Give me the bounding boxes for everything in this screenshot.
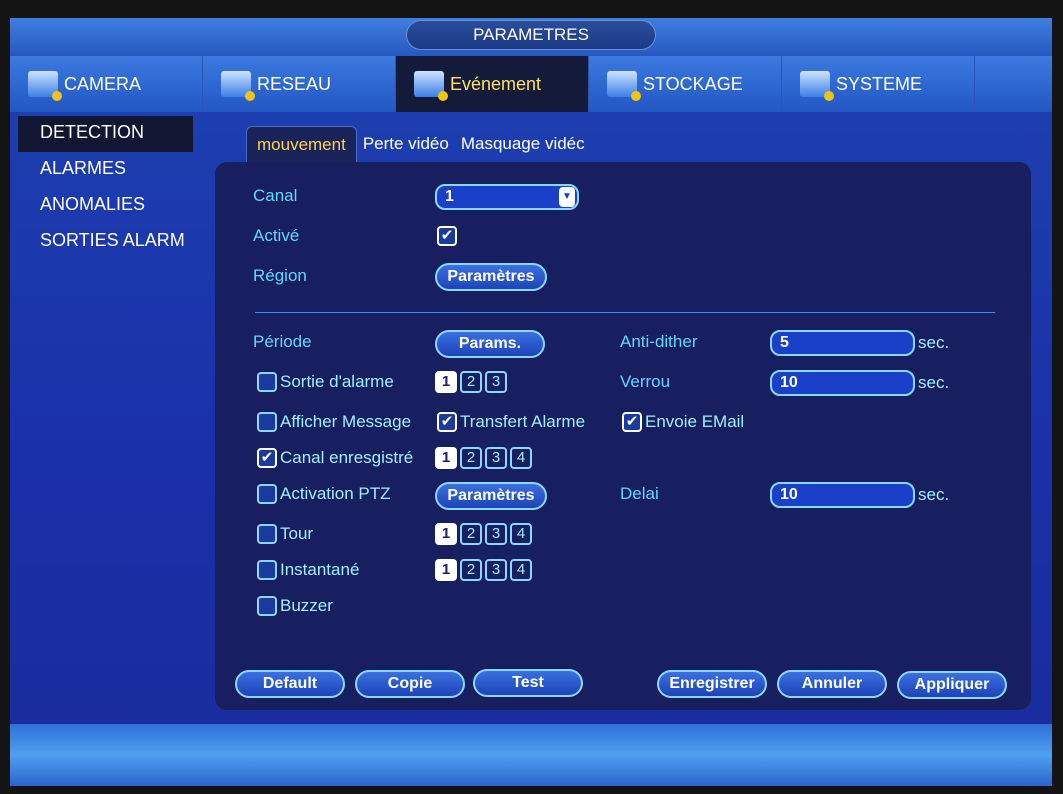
chevron-down-icon: ▼ bbox=[559, 187, 575, 207]
tab-evenement[interactable]: Evénement bbox=[396, 56, 589, 112]
channel-button[interactable]: 3 bbox=[485, 371, 507, 393]
tab-camera[interactable]: CAMERA bbox=[10, 56, 203, 112]
channel-button[interactable]: 4 bbox=[510, 447, 532, 469]
sortie-alarme-label: Sortie d'alarme bbox=[280, 372, 394, 391]
window-title: PARAMETRES bbox=[406, 20, 656, 50]
sidebar-item-sorties-alarm[interactable]: SORTIES ALARM bbox=[18, 224, 193, 260]
antidither-label: Anti-dither bbox=[620, 332, 698, 351]
delai-input[interactable]: 10 bbox=[770, 482, 915, 508]
channel-button[interactable]: 1 bbox=[435, 559, 457, 581]
canal-enr-channels: 1234 bbox=[435, 447, 532, 469]
canal-enregistre-label: Canal enresgistré bbox=[280, 448, 414, 467]
tab-stockage[interactable]: STOCKAGE bbox=[589, 56, 782, 112]
antidither-input[interactable]: 5 bbox=[770, 330, 915, 356]
sortie-channels: 123 bbox=[435, 371, 507, 393]
afficher-message-checkbox[interactable] bbox=[257, 412, 277, 432]
sidebar-item-alarmes[interactable]: ALARMES bbox=[18, 152, 193, 188]
afficher-message-label: Afficher Message bbox=[280, 412, 412, 431]
buzzer-checkbox[interactable] bbox=[257, 596, 277, 616]
tour-channels: 1234 bbox=[435, 523, 532, 545]
test-button[interactable]: Test bbox=[473, 669, 583, 697]
sidebar-item-anomalies[interactable]: ANOMALIES bbox=[18, 188, 193, 224]
channel-button[interactable]: 2 bbox=[460, 523, 482, 545]
annuler-button[interactable]: Annuler bbox=[777, 670, 887, 698]
settings-window: PARAMETRES CAMERA RESEAU Evénement STOCK… bbox=[10, 18, 1052, 786]
sortie-alarme-checkbox[interactable] bbox=[257, 372, 277, 392]
tab-label: SYSTEME bbox=[836, 73, 923, 94]
ptz-params-button[interactable]: Paramètres bbox=[435, 482, 547, 510]
subtab-mouvement[interactable]: mouvement bbox=[246, 126, 357, 162]
tab-label: STOCKAGE bbox=[643, 73, 743, 94]
divider bbox=[255, 312, 995, 313]
channel-button[interactable]: 1 bbox=[435, 371, 457, 393]
canal-value: 1 bbox=[445, 188, 454, 205]
envoie-email-label: Envoie EMail bbox=[645, 412, 745, 431]
canal-label: Canal bbox=[253, 186, 298, 205]
channel-button[interactable]: 4 bbox=[510, 559, 532, 581]
detection-panel: Canal 1 ▼ Activé ✔ Région Paramètres Péri… bbox=[215, 162, 1031, 710]
verrou-unit: sec. bbox=[918, 373, 950, 392]
buzzer-label: Buzzer bbox=[280, 596, 333, 615]
sidebar: DETECTION ALARMES ANOMALIES SORTIES ALAR… bbox=[18, 116, 193, 260]
canal-select[interactable]: 1 ▼ bbox=[435, 184, 579, 210]
instantane-label: Instantané bbox=[280, 560, 360, 579]
ptz-label: Activation PTZ bbox=[280, 484, 391, 503]
event-icon bbox=[414, 71, 448, 101]
periode-label: Période bbox=[253, 332, 312, 351]
subtab-perte-video[interactable]: Perte vidéo bbox=[357, 126, 455, 162]
channel-button[interactable]: 3 bbox=[485, 523, 507, 545]
active-label: Activé bbox=[253, 226, 300, 245]
ptz-checkbox[interactable] bbox=[257, 484, 277, 504]
transfert-alarme-checkbox[interactable]: ✔ bbox=[437, 412, 457, 432]
channel-button[interactable]: 3 bbox=[485, 559, 507, 581]
storage-icon bbox=[607, 71, 641, 101]
subtab-masquage-video[interactable]: Masquage vidéc bbox=[455, 126, 591, 162]
bottom-bar bbox=[10, 724, 1052, 786]
sidebar-item-detection[interactable]: DETECTION bbox=[18, 116, 193, 152]
system-icon bbox=[800, 71, 834, 101]
canal-enregistre-checkbox[interactable]: ✔ bbox=[257, 448, 277, 468]
default-button[interactable]: Default bbox=[235, 670, 345, 698]
verrou-input[interactable]: 10 bbox=[770, 370, 915, 396]
network-icon bbox=[221, 71, 255, 101]
tour-checkbox[interactable] bbox=[257, 524, 277, 544]
instantane-channels: 1234 bbox=[435, 559, 532, 581]
verrou-label: Verrou bbox=[620, 372, 671, 391]
periode-params-button[interactable]: Params. bbox=[435, 330, 545, 358]
channel-button[interactable]: 1 bbox=[435, 523, 457, 545]
tab-label: CAMERA bbox=[64, 73, 142, 94]
channel-button[interactable]: 2 bbox=[460, 371, 482, 393]
sub-tabs: mouvement Perte vidéo Masquage vidéc bbox=[246, 126, 591, 162]
channel-button[interactable]: 2 bbox=[460, 447, 482, 469]
channel-button[interactable]: 2 bbox=[460, 559, 482, 581]
tour-label: Tour bbox=[280, 524, 314, 543]
antidither-unit: sec. bbox=[918, 333, 950, 352]
appliquer-button[interactable]: Appliquer bbox=[897, 671, 1007, 699]
active-checkbox[interactable]: ✔ bbox=[437, 226, 457, 246]
region-label: Région bbox=[253, 266, 307, 285]
transfert-alarme-label: Transfert Alarme bbox=[460, 412, 586, 431]
enregistrer-button[interactable]: Enregistrer bbox=[657, 670, 767, 698]
channel-button[interactable]: 3 bbox=[485, 447, 507, 469]
tab-reseau[interactable]: RESEAU bbox=[203, 56, 396, 112]
tab-label: RESEAU bbox=[257, 73, 332, 94]
region-params-button[interactable]: Paramètres bbox=[435, 263, 547, 291]
camera-icon bbox=[28, 71, 62, 101]
main-tabs: CAMERA RESEAU Evénement STOCKAGE SYSTEME bbox=[10, 56, 1052, 112]
delai-unit: sec. bbox=[918, 485, 950, 504]
delai-label: Delai bbox=[620, 484, 659, 503]
tab-systeme[interactable]: SYSTEME bbox=[782, 56, 975, 112]
title-bar: PARAMETRES bbox=[10, 18, 1052, 56]
channel-button[interactable]: 4 bbox=[510, 523, 532, 545]
channel-button[interactable]: 1 bbox=[435, 447, 457, 469]
instantane-checkbox[interactable] bbox=[257, 560, 277, 580]
tab-label: Evénement bbox=[450, 73, 542, 94]
copie-button[interactable]: Copie bbox=[355, 670, 465, 698]
envoie-email-checkbox[interactable]: ✔ bbox=[622, 412, 642, 432]
